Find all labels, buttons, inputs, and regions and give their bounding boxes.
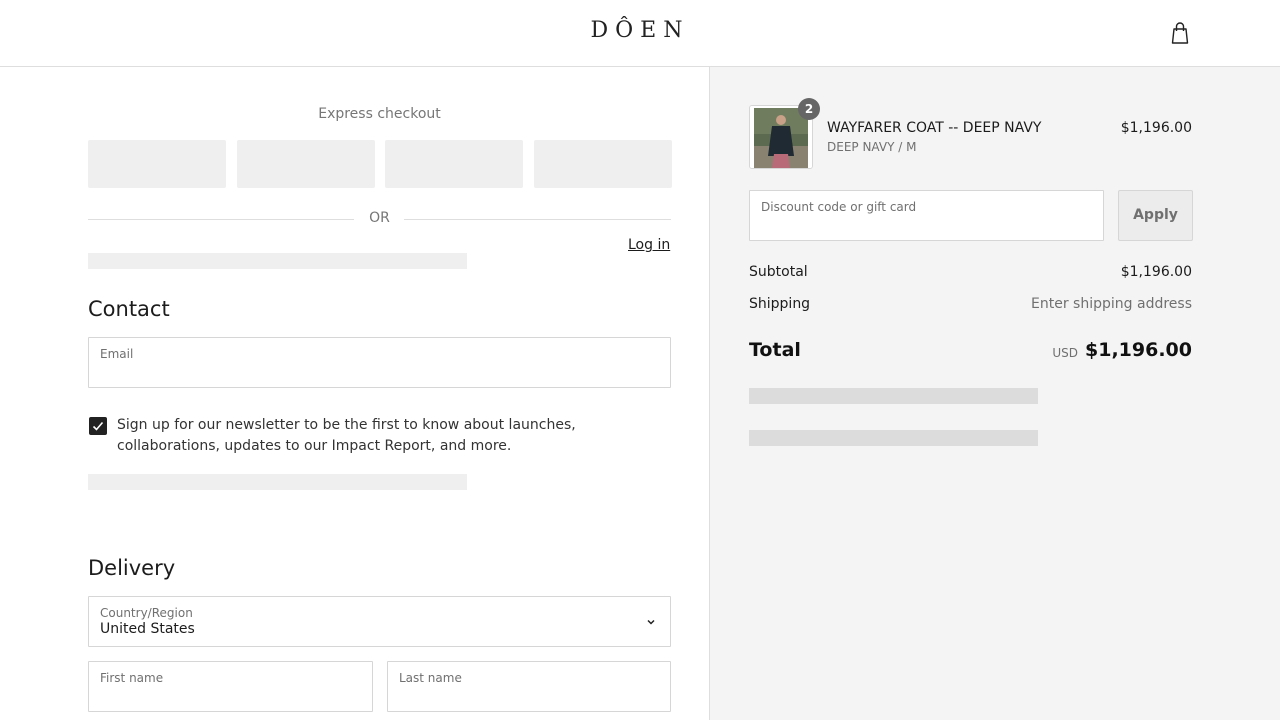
divider-line-right [404, 219, 671, 220]
loading-placeholder [749, 430, 1038, 446]
product-variant: DEEP NAVY / M [827, 140, 917, 154]
loading-placeholder [749, 388, 1038, 404]
express-pay-button-1[interactable] [88, 140, 226, 188]
subtotal-label: Subtotal [749, 264, 808, 280]
contact-title: Contact [88, 297, 170, 321]
order-summary: 2 WAYFARER COAT -- DEEP NAVY DEEP NAVY /… [709, 67, 1280, 720]
newsletter-checkbox[interactable] [89, 417, 107, 435]
email-field[interactable]: Email [88, 337, 671, 388]
express-pay-button-4[interactable] [534, 140, 672, 188]
delivery-title: Delivery [88, 556, 176, 580]
newsletter-label[interactable]: Sign up for our newsletter to be the fir… [117, 415, 637, 457]
country-label: Country/Region [100, 606, 193, 620]
express-pay-button-3[interactable] [385, 140, 523, 188]
site-header: DÔEN [0, 0, 1280, 67]
product-name: WAYFARER COAT -- DEEP NAVY [827, 120, 1042, 136]
country-value: United States [100, 621, 195, 637]
discount-code-field[interactable]: Discount code or gift card [749, 190, 1104, 241]
total-value: $1,196.00 [1085, 339, 1192, 361]
subtotal-value: $1,196.00 [1120, 264, 1192, 280]
or-label: OR [369, 210, 390, 226]
total-label: Total [749, 339, 801, 361]
express-pay-button-2[interactable] [237, 140, 375, 188]
loading-placeholder [88, 253, 467, 269]
express-checkout-title: Express checkout [318, 106, 441, 122]
country-select[interactable]: Country/Region United States [88, 596, 671, 647]
shopping-bag-icon[interactable] [1168, 20, 1192, 46]
total-currency: USD [1052, 346, 1078, 360]
last-name-field[interactable]: Last name [387, 661, 671, 712]
first-name-field[interactable]: First name [88, 661, 373, 712]
last-name-label: Last name [399, 671, 462, 685]
product-price: $1,196.00 [1120, 120, 1192, 136]
or-divider: OR [88, 210, 671, 228]
checkout-main: Express checkout OR Contact Log in Email… [0, 67, 709, 720]
shipping-label: Shipping [749, 296, 811, 312]
chevron-down-icon [647, 619, 655, 625]
checkmark-icon [92, 421, 104, 431]
apply-button[interactable]: Apply [1118, 190, 1193, 241]
login-link[interactable]: Log in [628, 237, 670, 253]
email-label: Email [100, 347, 134, 361]
shipping-value: Enter shipping address [1031, 296, 1192, 312]
first-name-label: First name [100, 671, 164, 685]
discount-placeholder: Discount code or gift card [761, 200, 917, 214]
loading-placeholder [88, 474, 467, 490]
brand-logo[interactable]: DÔEN [0, 18, 1280, 43]
quantity-badge: 2 [798, 98, 820, 120]
